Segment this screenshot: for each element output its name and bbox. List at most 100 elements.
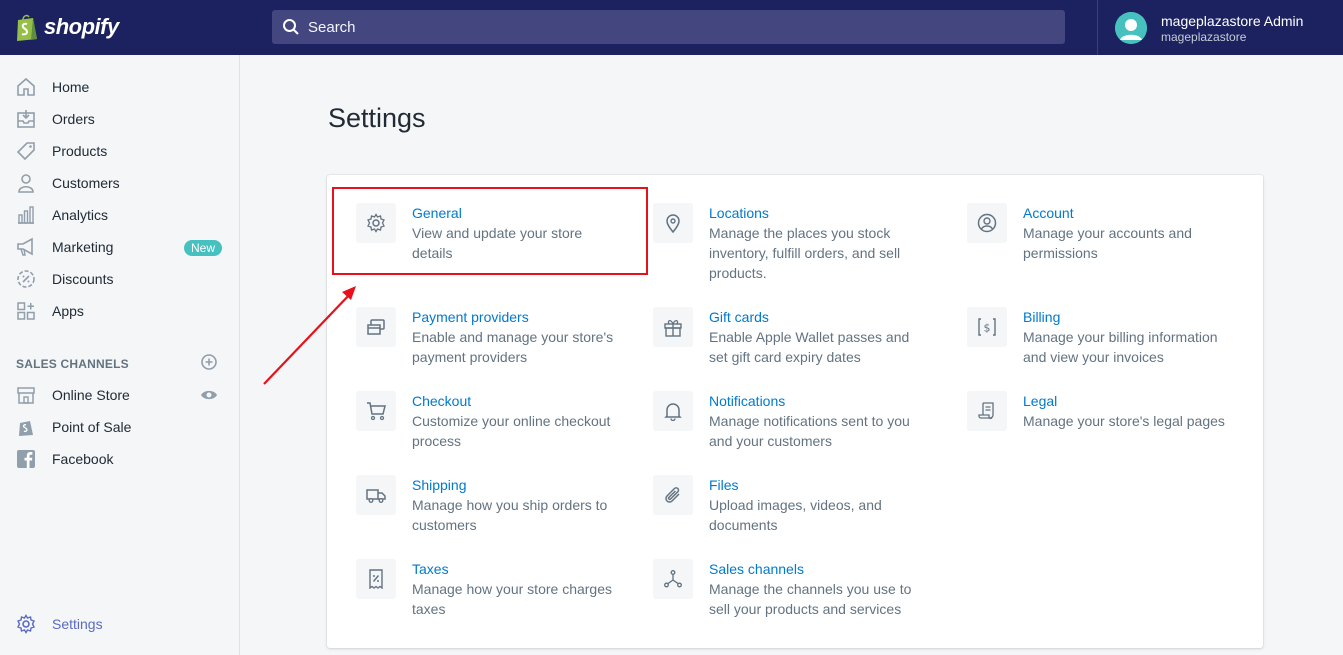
sidebar-item-label: Home <box>52 79 90 95</box>
sidebar-item-online-store[interactable]: Online Store <box>0 379 239 411</box>
settings-item-title[interactable]: Notifications <box>709 391 919 411</box>
settings-item-description: Customize your online checkout process <box>412 413 611 449</box>
sidebar-item-label: Customers <box>52 175 120 191</box>
settings-item-title[interactable]: Billing <box>1023 307 1233 327</box>
settings-item-title[interactable]: Sales channels <box>709 559 919 579</box>
settings-item-account[interactable]: Account Manage your accounts and permiss… <box>967 203 1233 263</box>
sales-channels-heading: SALES CHANNELS <box>16 357 129 371</box>
user-store-name: mageplazastore <box>1161 29 1247 44</box>
home-icon <box>16 77 36 97</box>
settings-item-description: Manage your accounts and permissions <box>1023 225 1192 261</box>
sidebar-item-facebook[interactable]: Facebook <box>0 443 239 475</box>
billing-icon: $ <box>967 307 1007 347</box>
gear-icon <box>16 614 36 634</box>
sidebar-item-label: Settings <box>52 616 103 632</box>
settings-item-shipping[interactable]: Shipping Manage how you ship orders to c… <box>356 475 622 535</box>
settings-item-payment-providers[interactable]: Payment providers Enable and manage your… <box>356 307 622 367</box>
settings-item-title[interactable]: Files <box>709 475 919 495</box>
sales-channels-icon <box>653 559 693 599</box>
facebook-icon <box>16 449 36 469</box>
megaphone-icon <box>16 237 36 257</box>
settings-item-description: Manage your billing information and view… <box>1023 329 1218 365</box>
paperclip-icon <box>653 475 693 515</box>
sidebar-item-orders[interactable]: Orders <box>0 103 239 135</box>
avatar <box>1115 11 1147 44</box>
sidebar-item-discounts[interactable]: Discounts <box>0 263 239 295</box>
top-bar: shopify mageplazastore Admin mageplazast… <box>0 0 1343 55</box>
sidebar-item-point-of-sale[interactable]: Point of Sale <box>0 411 239 443</box>
settings-item-general[interactable]: General View and update your store detai… <box>356 203 622 263</box>
sidebar-item-label: Analytics <box>52 207 109 223</box>
account-icon <box>967 203 1007 243</box>
settings-item-legal[interactable]: Legal Manage your store's legal pages <box>967 391 1233 431</box>
settings-item-title[interactable]: Account <box>1023 203 1233 223</box>
sidebar-item-home[interactable]: Home <box>0 71 239 103</box>
settings-item-gift-cards[interactable]: Gift cards Enable Apple Wallet passes an… <box>653 307 919 367</box>
legal-icon <box>967 391 1007 431</box>
settings-item-sales-channels[interactable]: Sales channels Manage the channels you u… <box>653 559 919 619</box>
gear-icon <box>356 203 396 243</box>
sidebar-item-label: Discounts <box>52 271 114 287</box>
search-input[interactable] <box>308 18 1008 36</box>
search-icon <box>283 19 299 35</box>
settings-item-description: Upload images, videos, and documents <box>709 497 882 533</box>
sidebar-item-customers[interactable]: Customers <box>0 167 239 199</box>
settings-item-files[interactable]: Files Upload images, videos, and documen… <box>653 475 919 535</box>
annotation-arrow <box>263 286 356 385</box>
store-icon <box>16 385 36 405</box>
settings-item-title[interactable]: Shipping <box>412 475 622 495</box>
settings-item-title[interactable]: Taxes <box>412 559 622 579</box>
settings-item-title[interactable]: Locations <box>709 203 919 223</box>
sidebar-item-label: Point of Sale <box>52 419 132 435</box>
logo-text: shopify <box>44 14 119 39</box>
settings-item-description: Enable and manage your store's payment p… <box>412 329 614 365</box>
tax-icon <box>356 559 396 599</box>
settings-item-title[interactable]: Checkout <box>412 391 622 411</box>
settings-item-title[interactable]: Payment providers <box>412 307 622 327</box>
settings-item-taxes[interactable]: Taxes Manage how your store charges taxe… <box>356 559 622 619</box>
settings-item-description: Manage the places you stock inventory, f… <box>709 225 901 281</box>
settings-card: General View and update your store detai… <box>327 175 1263 648</box>
search-bar[interactable] <box>272 10 1065 44</box>
shopify-logo[interactable]: shopify <box>14 12 119 42</box>
sidebar-item-label: Products <box>52 143 108 159</box>
settings-item-description: View and update your store details <box>412 225 583 261</box>
gift-icon <box>653 307 693 347</box>
user-menu[interactable]: mageplazastore Admin mageplazastore <box>1097 0 1343 55</box>
location-pin-icon <box>653 203 693 243</box>
settings-item-description: Manage your store's legal pages <box>1023 413 1225 429</box>
settings-item-description: Manage notifications sent to you and you… <box>709 413 910 449</box>
person-icon <box>16 173 36 193</box>
sidebar-item-analytics[interactable]: Analytics <box>0 199 239 231</box>
sidebar-item-apps[interactable]: Apps <box>0 295 239 327</box>
sidebar-item-label: Facebook <box>52 451 114 467</box>
user-avatar-icon <box>1115 11 1147 44</box>
page-title: Settings <box>328 103 426 133</box>
sidebar-item-marketing[interactable]: Marketing New <box>0 231 239 263</box>
settings-item-title[interactable]: General <box>412 203 622 223</box>
discount-icon <box>16 269 36 289</box>
add-channel-icon[interactable] <box>200 353 218 371</box>
settings-item-description: Enable Apple Wallet passes and set gift … <box>709 329 910 365</box>
payment-icon <box>356 307 396 347</box>
svg-text:$: $ <box>984 322 991 335</box>
sidebar: Home Orders Products Customers Analytics… <box>0 55 240 655</box>
settings-item-description: Manage the channels you use to sell your… <box>709 581 912 617</box>
settings-item-title[interactable]: Legal <box>1023 391 1233 411</box>
bar-chart-icon <box>16 205 36 225</box>
user-name: mageplazastore Admin <box>1161 12 1304 29</box>
settings-item-description: Manage how your store charges taxes <box>412 581 612 617</box>
sidebar-item-products[interactable]: Products <box>0 135 239 167</box>
settings-item-billing[interactable]: $ Billing Manage your billing informatio… <box>967 307 1233 367</box>
settings-item-title[interactable]: Gift cards <box>709 307 919 327</box>
settings-item-locations[interactable]: Locations Manage the places you stock in… <box>653 203 919 283</box>
eye-icon[interactable] <box>200 386 218 404</box>
settings-item-notifications[interactable]: Notifications Manage notifications sent … <box>653 391 919 451</box>
sidebar-item-settings[interactable]: Settings <box>0 608 239 640</box>
sidebar-item-label: Marketing <box>52 239 114 255</box>
bell-icon <box>653 391 693 431</box>
sidebar-item-label: Online Store <box>52 387 130 403</box>
settings-item-checkout[interactable]: Checkout Customize your online checkout … <box>356 391 622 451</box>
sidebar-item-label: Orders <box>52 111 95 127</box>
shopify-bag-icon <box>17 14 37 41</box>
